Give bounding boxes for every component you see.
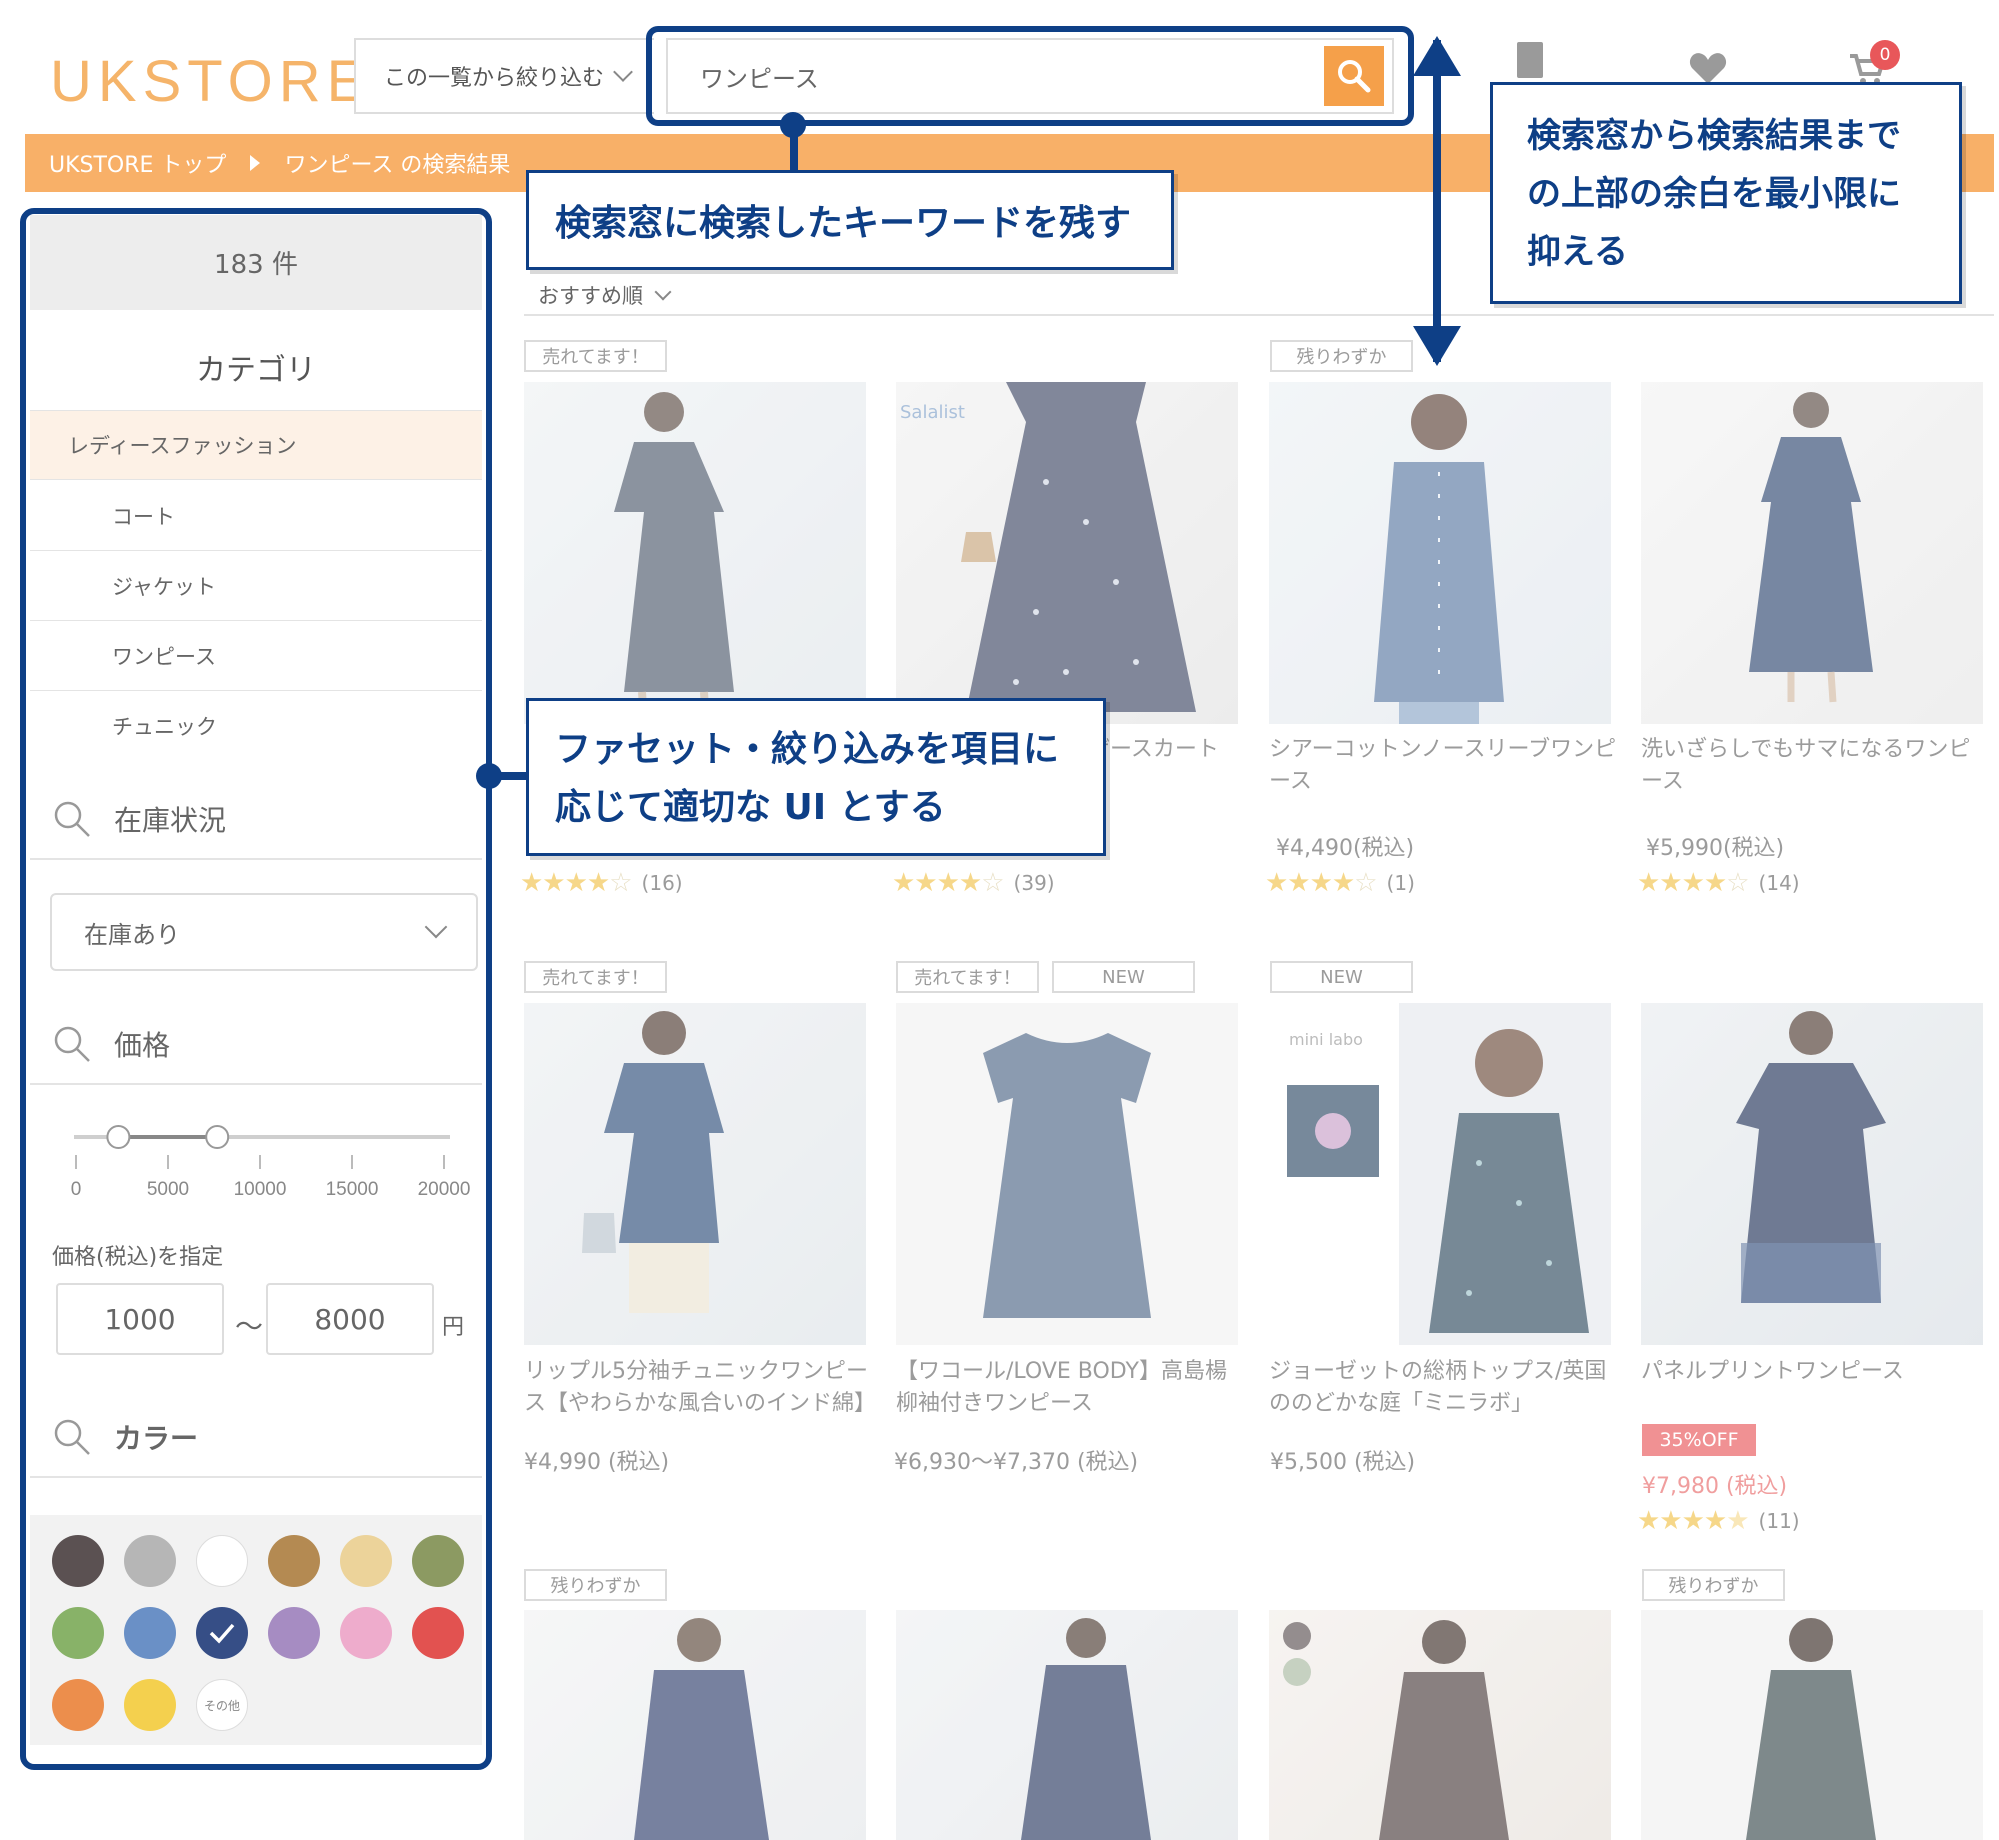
arrow-up-icon <box>1413 36 1461 76</box>
chevron-down-icon <box>613 62 633 82</box>
history-icon[interactable] <box>1514 40 1546 80</box>
review-count: (1) <box>1386 871 1415 895</box>
callout-text: ファセット・絞り込みを項目に <box>555 729 1060 770</box>
product-badge: 残りわずか <box>524 1569 667 1601</box>
callout-text: 応じて適切な UI とする <box>555 787 946 828</box>
dress-photo <box>1749 392 1873 703</box>
search-highlight-frame <box>646 26 1414 126</box>
filter-scope-select[interactable]: この一覧から絞り込む <box>354 38 654 114</box>
dress-photo <box>1746 1618 1876 1840</box>
callout-text: 検索窓に検索したキーワードを残す <box>555 203 1132 244</box>
callout-search-keyword: 検索窓に検索したキーワードを残す <box>526 170 1174 270</box>
product-name[interactable]: シアーコットンノースリーブワンピース <box>1269 734 1619 798</box>
review-count: (16) <box>641 871 683 895</box>
review-count: (14) <box>1758 871 1800 895</box>
product-name[interactable]: 【ワコール/LOVE BODY】高島楊柳袖付きワンピース <box>896 1356 1246 1420</box>
review-count: (39) <box>1013 871 1055 895</box>
callout-connector-dot <box>476 763 502 789</box>
callout-text: 抑える <box>1527 232 1628 272</box>
product-badge: NEW <box>1052 961 1195 993</box>
product-image[interactable]: Salalist <box>896 382 1238 724</box>
product-name[interactable]: ザースカート <box>1088 734 1238 766</box>
product-price: ¥4,990 (税込) <box>524 1450 670 1475</box>
breadcrumb-home-link[interactable]: UKSTORE トップ <box>49 147 226 179</box>
dress-photo <box>1374 394 1504 724</box>
sort-select[interactable]: おすすめ順 <box>538 280 672 310</box>
product-image[interactable] <box>896 1610 1238 1840</box>
dress-photo <box>614 392 734 723</box>
chevron-down-icon <box>654 283 672 301</box>
product-badge: 残りわずか <box>1642 1569 1785 1601</box>
callout-top-margin: 検索窓から検索結果まで の上部の余白を最小限に 抑える <box>1490 82 1962 304</box>
dress-photo: mini labo <box>1287 1029 1589 1333</box>
product-image[interactable]: mini labo <box>1269 1003 1611 1345</box>
product-image[interactable] <box>1641 1610 1983 1840</box>
product-price: ¥6,930〜¥7,370 (税込) <box>894 1450 1139 1475</box>
product-rating: ★★★★ ☆ (39) <box>892 868 1055 898</box>
breadcrumb-current: ワンピース の検索結果 <box>284 153 511 178</box>
product-badge: 売れてます！ <box>524 961 667 993</box>
product-price: ¥5,990(税込) <box>1646 836 1785 861</box>
arrow-down-icon <box>1413 326 1461 366</box>
dress-photo <box>1021 1618 1151 1840</box>
product-image[interactable] <box>1269 382 1611 724</box>
product-name[interactable]: パネルプリントワンピース <box>1641 1356 1991 1388</box>
product-sale-price: ¥7,980 (税込) <box>1642 1474 1788 1499</box>
product-image[interactable] <box>896 1003 1238 1345</box>
dress-photo <box>582 1011 724 1313</box>
dress-photo <box>983 1033 1151 1318</box>
callout-connector-dot <box>780 112 806 138</box>
callout-text: の上部の余白を最小限に <box>1527 174 1901 214</box>
dress-photo <box>634 1618 769 1840</box>
product-price: ¥5,500 (税込) <box>1270 1450 1416 1475</box>
product-name[interactable]: ジョーゼットの総柄トップス/英国ののどかな庭「ミニラボ」 <box>1269 1356 1619 1420</box>
product-image[interactable] <box>524 1003 866 1345</box>
sort-label: おすすめ順 <box>538 284 643 308</box>
product-image[interactable] <box>1269 1610 1611 1840</box>
brand-logo-minilabo: mini labo <box>1289 1030 1363 1049</box>
dress-photo <box>1283 1620 1509 1840</box>
product-name[interactable]: リップル5分袖チュニックワンピース【やわらかな風合いのインド綿】 <box>524 1356 876 1420</box>
product-rating: ★★★★ ☆ (1) <box>1265 868 1415 898</box>
discount-badge: 35%OFF <box>1642 1424 1756 1456</box>
breadcrumb-separator-icon <box>250 155 261 171</box>
product-price: ¥4,490(税込) <box>1276 836 1415 861</box>
dress-photo <box>1736 1011 1886 1303</box>
cart-count-badge: 0 <box>1870 40 1900 70</box>
spacing-arrow <box>1433 40 1441 362</box>
heart-icon[interactable] <box>1688 50 1728 86</box>
dress-photo: Salalist <box>900 382 1196 712</box>
product-badge: 残りわずか <box>1270 340 1413 372</box>
callout-text: 検索窓から検索結果まで <box>1527 116 1901 156</box>
product-name[interactable]: 洗いざらしでもサマになるワンピース <box>1641 734 1991 798</box>
sort-divider <box>524 314 1994 316</box>
product-image[interactable] <box>1641 1003 1983 1345</box>
store-logo[interactable]: UKSTORE <box>50 48 371 115</box>
product-image[interactable] <box>524 1610 866 1840</box>
product-rating: ★★★★ ★ (11) <box>1637 1506 1800 1536</box>
product-badge: NEW <box>1270 961 1413 993</box>
product-image[interactable] <box>524 382 866 724</box>
product-rating: ★★★★ ☆ (14) <box>1637 868 1800 898</box>
sidebar-highlight-frame <box>20 208 492 1770</box>
product-rating: ★★★★ ☆ (16) <box>520 868 683 898</box>
product-badge: 売れてます！ <box>524 340 667 372</box>
callout-facet-ui: ファセット・絞り込みを項目に 応じて適切な UI とする <box>526 698 1106 856</box>
product-image[interactable] <box>1641 382 1983 724</box>
brand-logo-salalist: Salalist <box>900 402 965 423</box>
review-count: (11) <box>1758 1509 1800 1533</box>
product-badge: 売れてます！ <box>896 961 1039 993</box>
filter-scope-label: この一覧から絞り込む <box>384 66 605 91</box>
